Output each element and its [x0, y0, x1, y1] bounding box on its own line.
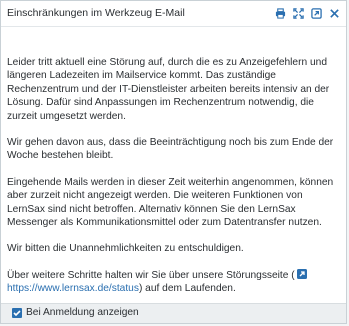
- close-icon[interactable]: [329, 8, 340, 19]
- status-text-after: ) auf dem Laufenden.: [138, 283, 236, 295]
- status-page-link[interactable]: https://www.lernsax.de/status: [7, 283, 139, 294]
- external-link-icon: [296, 268, 307, 279]
- dialog-titlebar: Einschränkungen im Werkzeug E-Mail: [1, 1, 346, 27]
- show-on-login-checkbox[interactable]: [12, 308, 22, 318]
- paragraph-disruption: Leider tritt aktuell eine Störung auf, d…: [7, 57, 330, 122]
- status-text-before: Über weitere Schritte halten wir Sie übe…: [7, 269, 295, 281]
- print-icon[interactable]: [275, 8, 286, 19]
- paragraph-alternatives: Eingehende Mails werden in dieser Zeit w…: [7, 176, 334, 229]
- open-external-icon[interactable]: [311, 8, 322, 19]
- dialog-title: Einschränkungen im Werkzeug E-Mail: [7, 7, 185, 19]
- paragraph-apology: Wir bitten die Unannehmlichkeiten zu ent…: [7, 243, 244, 255]
- paragraph-duration: Wir gehen davon aus, dass die Beeinträch…: [7, 137, 334, 162]
- fullscreen-icon[interactable]: [293, 8, 304, 19]
- paragraph-status: Über weitere Schritte halten wir Sie übe…: [7, 268, 341, 296]
- titlebar-actions: [275, 8, 340, 19]
- dialog-content: Leider tritt aktuell eine Störung auf, d…: [7, 56, 341, 309]
- notice-dialog: Einschränkungen im Werkzeug E-Mail Leide…: [0, 0, 347, 324]
- show-on-login-label[interactable]: Bei Anmeldung anzeigen: [26, 307, 139, 318]
- dialog-footer: Bei Anmeldung anzeigen: [1, 303, 346, 323]
